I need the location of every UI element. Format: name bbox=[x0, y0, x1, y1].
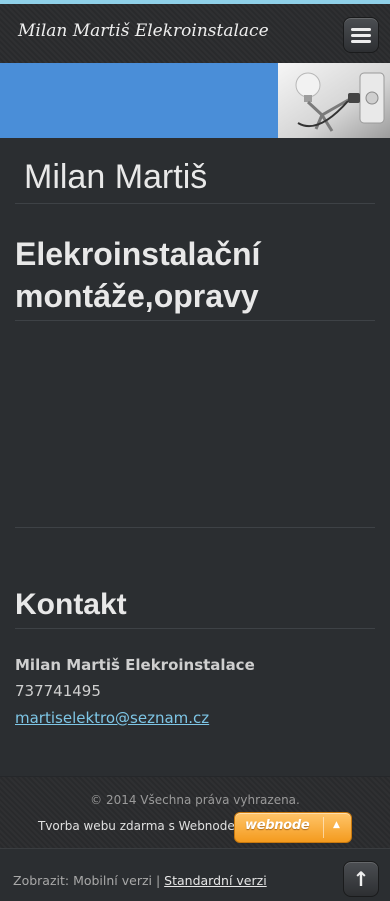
contact-phone: 737741495 bbox=[15, 682, 101, 700]
site-footer: © 2014 Všechna práva vyhrazena. Tvorba w… bbox=[0, 776, 390, 849]
hamburger-menu-icon bbox=[351, 27, 371, 31]
view-switch-text: Zobrazit: Mobilní verzi | Standardní ver… bbox=[13, 873, 267, 888]
menu-button[interactable] bbox=[343, 17, 379, 53]
view-label: Zobrazit: Mobilní verzi | bbox=[13, 873, 165, 888]
site-title[interactable]: Milan Martiš Elekroinstalace bbox=[18, 21, 269, 41]
webnode-badge-button[interactable]: webnode ▲ bbox=[234, 812, 352, 843]
lightbulb-plug-image bbox=[278, 63, 390, 138]
scroll-to-top-button[interactable]: ↑ bbox=[343, 861, 379, 897]
standard-version-link[interactable]: Standardní verzi bbox=[164, 873, 267, 888]
webnode-promo-text[interactable]: Tvorba webu zdarma s Webnode bbox=[38, 819, 235, 833]
arrow-up-icon: ↑ bbox=[352, 867, 370, 891]
divider bbox=[15, 203, 375, 204]
site-header: Milan Martiš Elekroinstalace bbox=[0, 4, 390, 63]
page-title: Milan Martiš bbox=[24, 158, 208, 196]
copyright-text: © 2014 Všechna práva vyhrazena. bbox=[90, 793, 300, 807]
view-switch-bar: Zobrazit: Mobilní verzi | Standardní ver… bbox=[0, 848, 390, 901]
contact-heading: Kontakt bbox=[15, 588, 127, 621]
page-subtitle: Elekroinstalační montáže,opravy bbox=[15, 236, 261, 314]
caret-up-icon: ▲ bbox=[333, 820, 340, 830]
divider bbox=[15, 628, 375, 629]
divider bbox=[15, 527, 375, 528]
contact-email-link[interactable]: martiselektro@seznam.cz bbox=[15, 709, 209, 727]
contact-name: Milan Martiš Elekroinstalace bbox=[15, 656, 255, 674]
divider bbox=[15, 320, 375, 321]
webnode-logo: webnode bbox=[245, 818, 310, 833]
